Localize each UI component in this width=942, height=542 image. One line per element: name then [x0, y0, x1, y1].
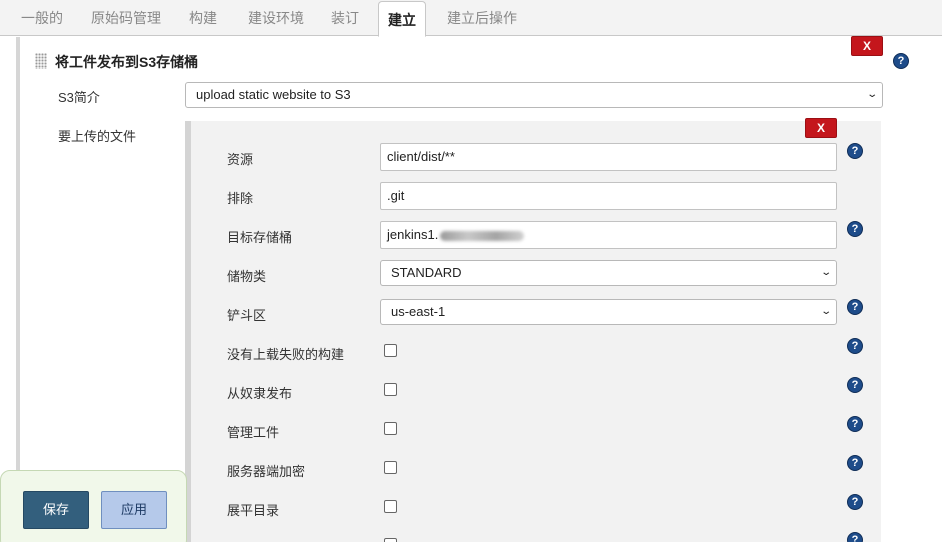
- s3-profile-label: S3简介: [58, 90, 100, 105]
- storage-class-select[interactable]: STANDARD ⌄: [380, 260, 837, 286]
- tab-bar: 一般的 原始码管理 构建 建设环境 装订 建立 建立后操作: [0, 0, 942, 37]
- help-icon[interactable]: ?: [893, 53, 909, 69]
- tab-general[interactable]: 一般的: [21, 0, 63, 36]
- publish-from-slave-label: 从奴隶发布: [227, 386, 293, 401]
- manage-artifacts-checkbox[interactable]: [384, 422, 397, 435]
- tab-build-environment[interactable]: 建设环境: [248, 0, 304, 36]
- drag-handle-icon[interactable]: [35, 53, 47, 69]
- manage-artifacts-label: 管理工件: [227, 425, 280, 440]
- region-select[interactable]: us-east-1 ⌄: [380, 299, 837, 325]
- bucket-input[interactable]: jenkins1.: [380, 221, 837, 249]
- files-to-upload-label: 要上传的文件: [58, 129, 137, 144]
- source-input[interactable]: client/dist/**: [380, 143, 837, 171]
- help-icon[interactable]: ?: [847, 377, 863, 393]
- redacted-text: [440, 230, 525, 241]
- server-side-encryption-checkbox[interactable]: [384, 461, 397, 474]
- tab-build-triggers[interactable]: 构建: [189, 0, 217, 36]
- help-icon[interactable]: ?: [847, 143, 863, 159]
- flatten-directories-checkbox[interactable]: [384, 500, 397, 513]
- region-value: us-east-1: [391, 304, 446, 319]
- storage-class-value: STANDARD: [391, 265, 462, 280]
- help-icon[interactable]: ?: [847, 338, 863, 354]
- tab-source-code-management[interactable]: 原始码管理: [91, 0, 161, 36]
- chevron-down-icon: ⌄: [819, 267, 832, 278]
- remove-step-button[interactable]: X: [851, 36, 883, 56]
- no-upload-on-failure-checkbox[interactable]: [384, 344, 397, 357]
- exclude-input[interactable]: .git: [380, 182, 837, 210]
- tab-binding[interactable]: 装订: [331, 0, 359, 36]
- server-side-encryption-label: 服务器端加密: [227, 464, 306, 479]
- chevron-down-icon: ⌄: [819, 306, 832, 317]
- bucket-value: jenkins1.: [387, 227, 439, 242]
- s3-profile-value: upload static website to S3: [196, 87, 351, 102]
- tab-post-build-actions[interactable]: 建立后操作: [447, 0, 517, 36]
- no-upload-on-failure-label: 没有上载失败的构建: [227, 347, 345, 362]
- save-button[interactable]: 保存: [23, 491, 89, 529]
- storage-class-label: 储物类: [227, 269, 267, 284]
- chevron-down-icon: ⌄: [865, 89, 878, 100]
- bucket-label: 目标存储桶: [227, 230, 293, 245]
- tab-build[interactable]: 建立: [378, 1, 426, 37]
- publish-from-slave-checkbox[interactable]: [384, 383, 397, 396]
- help-icon[interactable]: ?: [847, 494, 863, 510]
- help-icon[interactable]: ?: [847, 299, 863, 315]
- section-title: 将工件发布到S3存储桶: [55, 54, 199, 70]
- s3-profile-select[interactable]: upload static website to S3 ⌄: [185, 82, 883, 108]
- remove-entry-button[interactable]: X: [805, 118, 837, 138]
- apply-button[interactable]: 应用: [101, 491, 167, 529]
- help-icon[interactable]: ?: [847, 416, 863, 432]
- exclude-label: 排除: [227, 191, 254, 206]
- next-option-checkbox[interactable]: [384, 538, 397, 542]
- help-icon[interactable]: ?: [847, 455, 863, 471]
- flatten-directories-label: 展平目录: [227, 503, 280, 518]
- help-icon[interactable]: ?: [847, 221, 863, 237]
- source-label: 资源: [227, 152, 254, 167]
- region-label: 铲斗区: [227, 308, 267, 323]
- help-icon[interactable]: ?: [847, 532, 863, 542]
